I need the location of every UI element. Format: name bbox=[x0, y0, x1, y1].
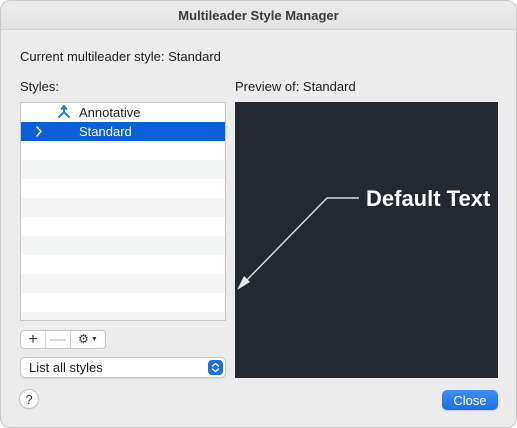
empty-row bbox=[21, 274, 225, 293]
preview-label: Preview of: Standard bbox=[235, 79, 356, 94]
empty-row bbox=[21, 141, 225, 160]
empty-row bbox=[21, 198, 225, 217]
select-stepper-icon bbox=[208, 360, 223, 375]
gear-icon: ⚙ bbox=[78, 332, 89, 346]
empty-row bbox=[21, 312, 225, 320]
empty-row bbox=[21, 236, 225, 255]
empty-row bbox=[21, 179, 225, 198]
list-item-standard[interactable]: Standard bbox=[21, 122, 225, 141]
annotative-icon bbox=[57, 105, 71, 119]
close-button[interactable]: Close bbox=[442, 390, 498, 410]
empty-row bbox=[21, 160, 225, 179]
styles-list[interactable]: Annotative Standard bbox=[20, 102, 226, 321]
preview-sample-text: Default Text bbox=[366, 186, 491, 211]
empty-row bbox=[21, 217, 225, 236]
list-item-annotative[interactable]: Annotative bbox=[21, 103, 225, 122]
help-button[interactable]: ? bbox=[19, 389, 39, 409]
window-title: Multileader Style Manager bbox=[1, 1, 516, 30]
current-style-label: Current multileader style: Standard bbox=[20, 49, 221, 64]
style-filter-select[interactable]: List all styles bbox=[20, 357, 226, 378]
empty-row bbox=[21, 255, 225, 274]
remove-style-button[interactable]: — bbox=[46, 331, 71, 348]
options-menu-button[interactable]: ⚙ ▼ bbox=[71, 331, 105, 348]
multileader-style-manager-window: Multileader Style Manager Current multil… bbox=[0, 0, 517, 428]
leader-line bbox=[240, 197, 328, 287]
add-style-button[interactable]: + bbox=[21, 331, 46, 348]
list-item-label: Standard bbox=[79, 124, 132, 139]
list-toolbar: + — ⚙ ▼ bbox=[20, 330, 106, 349]
empty-row bbox=[21, 293, 225, 312]
caret-down-icon: ▼ bbox=[90, 336, 98, 343]
style-preview-panel: Default Text bbox=[235, 102, 498, 378]
styles-label: Styles: bbox=[20, 79, 60, 94]
style-filter-value: List all styles bbox=[29, 360, 103, 375]
list-item-label: Annotative bbox=[79, 105, 141, 120]
